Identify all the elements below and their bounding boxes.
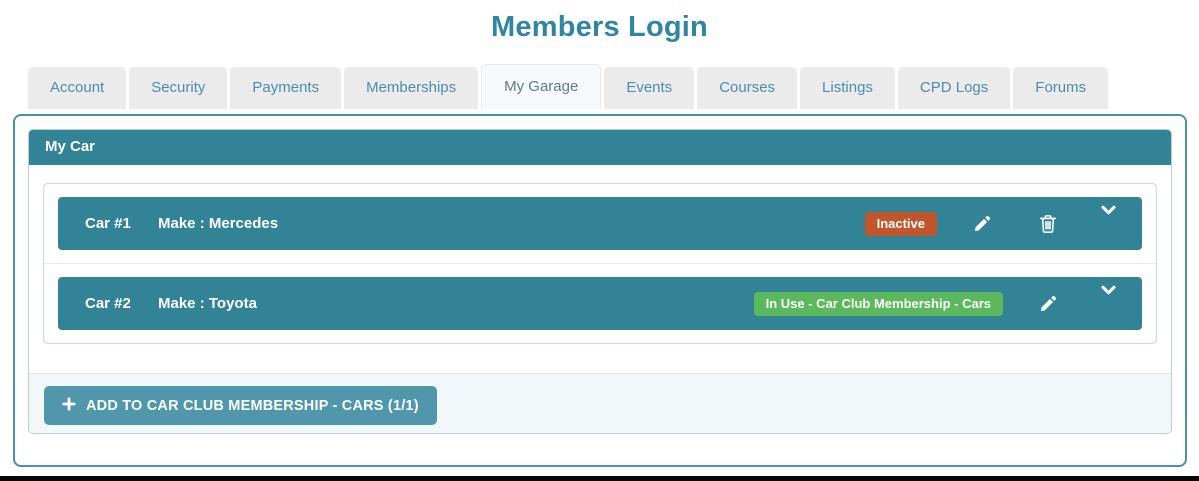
status-badge: In Use - Car Club Membership - Cars — [753, 291, 1003, 316]
tab-events[interactable]: Events — [604, 67, 695, 109]
page: Members Login Account Security Payments … — [0, 0, 1199, 481]
car-number: Car #1 — [85, 215, 131, 232]
trash-icon — [1039, 214, 1057, 234]
add-to-membership-button[interactable]: ADD TO CAR CLUB MEMBERSHIP - CARS (1/1) — [44, 386, 437, 425]
tab-forums[interactable]: Forums — [1013, 67, 1109, 109]
tab-security[interactable]: Security — [129, 67, 228, 109]
tab-account[interactable]: Account — [28, 67, 127, 109]
chevron-down-icon — [1101, 205, 1116, 216]
tab-courses[interactable]: Courses — [697, 67, 798, 109]
tab-my-garage[interactable]: My Garage — [481, 64, 602, 109]
my-car-card: My Car Car #1 Make : Mercedes Inactive C… — [28, 129, 1172, 434]
delete-button[interactable] — [1039, 214, 1057, 234]
car-list: Car #1 Make : Mercedes Inactive Car #2 M… — [43, 183, 1157, 344]
expand-button[interactable] — [1101, 205, 1116, 216]
edit-button[interactable] — [973, 215, 991, 233]
window-bottom-edge — [0, 476, 1199, 481]
list-item: Car #1 Make : Mercedes Inactive — [44, 184, 1156, 263]
car-row-1: Car #1 Make : Mercedes Inactive — [58, 197, 1142, 250]
list-item: Car #2 Make : Toyota In Use - Car Club M… — [44, 263, 1156, 343]
car-row-2: Car #2 Make : Toyota In Use - Car Club M… — [58, 277, 1142, 330]
expand-button[interactable] — [1101, 285, 1116, 296]
card-footer: ADD TO CAR CLUB MEMBERSHIP - CARS (1/1) — [29, 373, 1171, 433]
tab-memberships[interactable]: Memberships — [344, 67, 479, 109]
car-make: Make : Toyota — [158, 295, 257, 312]
pencil-icon — [1039, 295, 1057, 313]
pencil-icon — [973, 215, 991, 233]
card-header-title: My Car — [29, 130, 1171, 165]
car-make: Make : Mercedes — [158, 215, 279, 232]
card-body: Car #1 Make : Mercedes Inactive Car #2 M… — [29, 165, 1171, 373]
tab-bar: Account Security Payments Memberships My… — [28, 64, 1199, 109]
plus-icon — [62, 396, 76, 415]
garage-panel: My Car Car #1 Make : Mercedes Inactive C… — [13, 114, 1187, 467]
edit-button[interactable] — [1039, 295, 1057, 313]
page-title: Members Login — [491, 11, 708, 43]
tab-cpd-logs[interactable]: CPD Logs — [897, 67, 1011, 109]
car-number: Car #2 — [85, 295, 131, 312]
chevron-down-icon — [1101, 285, 1116, 296]
status-badge: Inactive — [864, 211, 937, 236]
tab-payments[interactable]: Payments — [230, 67, 342, 109]
tab-listings[interactable]: Listings — [800, 67, 895, 109]
add-button-label: ADD TO CAR CLUB MEMBERSHIP - CARS (1/1) — [86, 397, 419, 414]
